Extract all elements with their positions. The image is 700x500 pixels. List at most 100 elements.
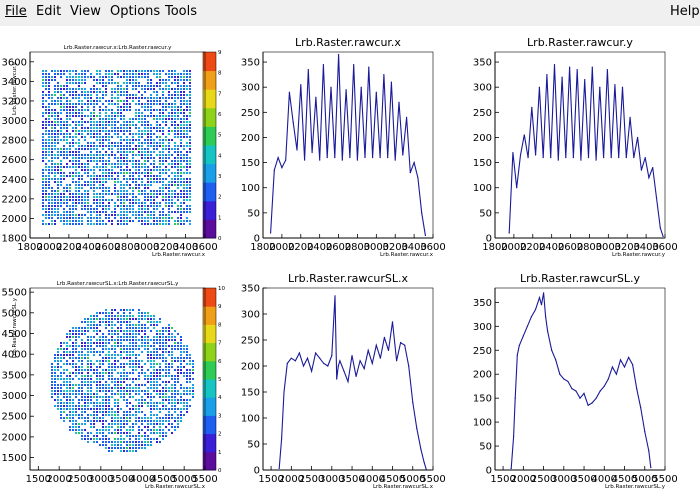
pad4-heatmap-cell bbox=[96, 360, 98, 362]
pad1-heatmap-cell bbox=[120, 100, 122, 102]
pad1-heatmap-cell bbox=[165, 103, 167, 105]
pad1-heatmap-cell bbox=[168, 112, 170, 114]
pad1-heatmap-cell bbox=[138, 115, 140, 117]
pad1-heatmap-cell bbox=[66, 154, 68, 156]
pad1-heatmap-cell bbox=[153, 160, 155, 162]
pad1-heatmap-cell bbox=[183, 172, 185, 174]
pad4-heatmap-cell bbox=[90, 426, 92, 428]
pad4-heatmap-cell bbox=[99, 345, 101, 347]
pad4-heatmap-cell bbox=[141, 327, 143, 329]
pad4-heatmap-cell bbox=[87, 414, 89, 416]
pad1-heatmap-cell bbox=[159, 103, 161, 105]
pad4-heatmap-cell bbox=[123, 369, 125, 371]
pad1-heatmap-cell bbox=[132, 139, 134, 141]
pad1-heatmap-cell bbox=[129, 76, 131, 78]
pad1-heatmap-cell bbox=[90, 175, 92, 177]
pad4-heatmap-cell bbox=[90, 339, 92, 341]
pad4-heatmap-cell bbox=[108, 375, 110, 377]
pad4-heatmap-cell bbox=[105, 438, 107, 440]
pad4-colorbar-tick-label: 0 bbox=[218, 468, 222, 474]
pad1-heatmap-cell bbox=[126, 199, 128, 201]
pad1-heatmap-cell bbox=[141, 154, 143, 156]
pad4-heatmap-cell bbox=[171, 426, 173, 428]
pad1-heatmap-cell bbox=[51, 115, 53, 117]
pad4-heatmap-cell bbox=[117, 327, 119, 329]
pad4-heatmap-cell bbox=[135, 357, 137, 359]
pad1-heatmap-cell bbox=[45, 169, 47, 171]
pad4-heatmap-cell bbox=[111, 393, 113, 395]
pad4-heatmap-cell bbox=[120, 396, 122, 398]
pad4-heatmap-cell bbox=[111, 396, 113, 398]
pad1-heatmap-cell bbox=[63, 136, 65, 138]
pad1-heatmap-cell bbox=[57, 202, 59, 204]
pad4-heatmap-cell bbox=[177, 378, 179, 380]
pad1-heatmap-cell bbox=[111, 175, 113, 177]
pad4-heatmap-cell bbox=[117, 312, 119, 314]
pad4-heatmap-cell bbox=[81, 432, 83, 434]
pad1-heatmap-cell bbox=[78, 214, 80, 216]
pad4-heatmap-cell bbox=[150, 384, 152, 386]
pad4-heatmap-cell bbox=[57, 408, 59, 410]
pad4-heatmap-cell bbox=[162, 348, 164, 350]
menu-options[interactable]: Options bbox=[110, 4, 160, 19]
pad1-heatmap-cell bbox=[60, 178, 62, 180]
pad1-heatmap-cell bbox=[99, 181, 101, 183]
pad4-heatmap-cell bbox=[180, 342, 182, 344]
pad4-heatmap-cell bbox=[168, 354, 170, 356]
pad4-heatmap-cell bbox=[75, 345, 77, 347]
pad1-heatmap-cell bbox=[150, 190, 152, 192]
pad1-heatmap-cell bbox=[114, 121, 116, 123]
pad4-heatmap-cell bbox=[102, 396, 104, 398]
pad1-heatmap-cell bbox=[117, 76, 119, 78]
menu-help[interactable]: Help bbox=[670, 4, 700, 19]
pad1-heatmap-cell bbox=[162, 208, 164, 210]
pad1-heatmap-cell bbox=[87, 208, 89, 210]
pad4-heatmap-cell bbox=[60, 366, 62, 368]
pad1-heatmap-cell bbox=[111, 130, 113, 132]
pad4-heatmap-cell bbox=[57, 357, 59, 359]
pad1-heatmap-cell bbox=[57, 196, 59, 198]
pad1-heatmap-cell bbox=[72, 139, 74, 141]
pad4-heatmap-cell bbox=[93, 321, 95, 323]
menu-view[interactable]: View bbox=[70, 4, 101, 19]
pad4-heatmap-cell bbox=[105, 315, 107, 317]
pad4-heatmap-cell bbox=[57, 348, 59, 350]
pad1-heatmap-cell bbox=[177, 112, 179, 114]
pad4-heatmap-cell bbox=[180, 408, 182, 410]
pad1-heatmap-cell bbox=[51, 190, 53, 192]
pad1-heatmap-cell bbox=[177, 91, 179, 93]
pad1-heatmap-cell bbox=[159, 223, 161, 225]
pad1-heatmap-cell bbox=[87, 121, 89, 123]
pad4-heatmap-cell bbox=[96, 312, 98, 314]
pad1-heatmap-cell bbox=[57, 142, 59, 144]
menu-tools[interactable]: Tools bbox=[165, 4, 197, 19]
pad4-heatmap-cell bbox=[93, 426, 95, 428]
pad1-heatmap-cell bbox=[177, 73, 179, 75]
pad1-heatmap-cell bbox=[138, 220, 140, 222]
pad1-heatmap-cell bbox=[93, 124, 95, 126]
pad4-heatmap-cell bbox=[162, 435, 164, 437]
pad1-heatmap-cell bbox=[75, 199, 77, 201]
pad1-heatmap-cell bbox=[84, 148, 86, 150]
pad1-heatmap-cell bbox=[150, 175, 152, 177]
pad1-heatmap-cell bbox=[189, 70, 191, 72]
pad1-heatmap-cell bbox=[57, 70, 59, 72]
pad1-heatmap-cell bbox=[105, 193, 107, 195]
pad4-heatmap-cell bbox=[192, 366, 194, 368]
pad1-heatmap-cell bbox=[42, 142, 44, 144]
pad1-heatmap-cell bbox=[60, 118, 62, 120]
pad1-heatmap-cell bbox=[168, 145, 170, 147]
pad1-heatmap-cell bbox=[180, 160, 182, 162]
menu-edit[interactable]: Edit bbox=[36, 4, 61, 19]
pad1-heatmap-cell bbox=[87, 220, 89, 222]
pad1-heatmap-cell bbox=[93, 142, 95, 144]
pad1-heatmap-cell bbox=[135, 103, 137, 105]
pad4-heatmap-cell bbox=[105, 339, 107, 341]
pad1-heatmap-cell bbox=[51, 169, 53, 171]
pad4-heatmap-cell bbox=[150, 438, 152, 440]
plot-canvas[interactable]: Lrb.Raster.rawcur.x:Lrb.Raster.rawcur.y 0… bbox=[0, 26, 700, 500]
pad4-heatmap-cell bbox=[108, 312, 110, 314]
menu-file[interactable]: File bbox=[5, 4, 27, 19]
pad1-heatmap-cell bbox=[54, 115, 56, 117]
pad1-heatmap-cell bbox=[66, 115, 68, 117]
